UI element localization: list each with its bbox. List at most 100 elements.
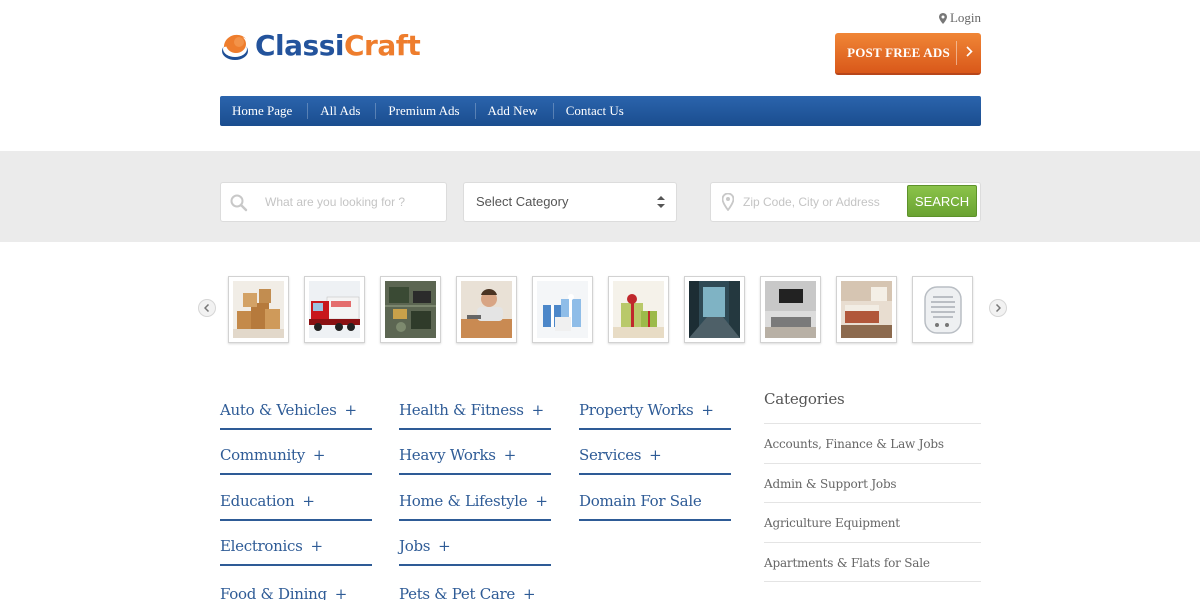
worker-image [461, 281, 512, 338]
category-label: Domain For Sale [579, 491, 702, 510]
category-link[interactable]: Jobs + [399, 521, 551, 566]
chevron-right-icon [995, 304, 1001, 312]
keyword-input[interactable] [263, 183, 438, 221]
expand-plus-icon: + [344, 400, 358, 419]
category-link[interactable]: Home & Lifestyle + [399, 475, 551, 521]
location-field: SEARCH [710, 182, 981, 222]
chevron-right-icon [957, 45, 981, 61]
hallway-image [689, 281, 740, 338]
category-link[interactable]: Property Works + [579, 384, 731, 430]
logo-text: ClassiCraft [255, 29, 421, 63]
category-label: Health & Fitness [399, 400, 524, 419]
nav-item-all-ads[interactable]: All Ads [308, 103, 377, 119]
carousel-prev-button[interactable] [198, 299, 216, 317]
carousel-item[interactable] [380, 276, 441, 343]
search-band: Select Category SEARCH [0, 151, 1200, 242]
truck-image [309, 281, 360, 338]
expand-plus-icon: + [535, 491, 548, 510]
login-label: Login [949, 10, 981, 25]
category-column-3: Property Works + Services + Domain For S… [579, 384, 731, 521]
expand-plus-icon: + [701, 400, 714, 419]
logo[interactable]: ClassiCraft [220, 26, 421, 66]
expand-plus-icon: + [438, 537, 451, 555]
login-link[interactable]: Login [938, 10, 981, 26]
boxes-image [233, 281, 284, 338]
expand-plus-icon: + [334, 584, 348, 600]
category-label: Home & Lifestyle [399, 491, 528, 510]
living-room-image [765, 281, 816, 338]
map-pin-icon [722, 193, 734, 211]
expand-plus-icon: + [503, 446, 517, 464]
nav-item-home[interactable]: Home Page [220, 103, 309, 119]
category-label: Community [220, 446, 305, 464]
carousel-item[interactable] [532, 276, 593, 343]
post-free-ads-label: POST FREE ADS [847, 45, 950, 60]
post-free-ads-button[interactable]: POST FREE ADS [835, 33, 981, 75]
category-link[interactable]: Domain For Sale [579, 475, 731, 521]
gifts-green-image [613, 281, 664, 338]
carousel-item[interactable] [912, 276, 973, 343]
category-column-1: Auto & Vehicles + Community + Education … [220, 384, 372, 600]
carousel-item[interactable] [836, 276, 897, 343]
sidebar-category-link[interactable]: Admin & Support Jobs [764, 464, 981, 503]
sidebar-category-link[interactable]: Apartments & Flats for Sale [764, 543, 981, 582]
category-link[interactable]: Pets & Pet Care + [399, 566, 551, 600]
carousel-next-button[interactable] [989, 299, 1007, 317]
expand-plus-icon: + [310, 537, 324, 555]
category-label: Electronics [220, 537, 303, 555]
carousel-item[interactable] [684, 276, 745, 343]
category-label: Food & Dining [220, 584, 327, 600]
category-label: Property Works [579, 400, 694, 419]
category-label: Auto & Vehicles [220, 400, 337, 419]
category-link[interactable]: Health & Fitness + [399, 384, 551, 430]
carousel-item[interactable] [608, 276, 669, 343]
expand-plus-icon: + [312, 446, 326, 464]
sidebar-category-link[interactable]: Accounts, Finance & Law Jobs [764, 424, 981, 464]
categories-widget-title: Categories [764, 390, 981, 424]
nav-item-premium-ads[interactable]: Premium Ads [376, 103, 476, 119]
nav-item-contact-us[interactable]: Contact Us [554, 103, 639, 119]
category-link[interactable]: Food & Dining + [220, 566, 372, 600]
category-link[interactable]: Heavy Works + [399, 430, 551, 475]
carousel-item[interactable] [456, 276, 517, 343]
search-button[interactable]: SEARCH [907, 185, 977, 217]
map-pin-icon [938, 12, 947, 24]
logo-text-part2: Craft [343, 29, 421, 62]
category-link[interactable]: Education + [220, 475, 372, 521]
category-select-value: Select Category [476, 194, 569, 209]
keyword-field [220, 182, 447, 222]
main-nav: Home Page All Ads Premium Ads Add New Co… [220, 96, 981, 126]
category-link[interactable]: Electronics + [220, 521, 372, 566]
category-link[interactable]: Auto & Vehicles + [220, 384, 372, 430]
expand-plus-icon: + [531, 400, 545, 419]
category-link[interactable]: Community + [220, 430, 372, 475]
page: ClassiCraft Login POST FREE ADS Home Pag… [0, 0, 1200, 600]
category-label: Education [220, 491, 295, 510]
logo-text-part1: Classi [255, 29, 344, 62]
category-label: Pets & Pet Care [399, 584, 515, 600]
categories-widget: Categories Accounts, Finance & Law Jobs … [764, 390, 981, 582]
heater-image [917, 281, 968, 338]
gifts-blue-image [537, 281, 588, 338]
carousel-item[interactable] [304, 276, 365, 343]
nav-item-add-new[interactable]: Add New [476, 103, 554, 119]
category-column-2: Health & Fitness + Heavy Works + Home & … [399, 384, 551, 600]
category-label: Jobs [399, 537, 431, 555]
carousel-item[interactable] [228, 276, 289, 343]
expand-plus-icon: + [649, 446, 662, 464]
category-label: Heavy Works [399, 446, 496, 464]
carousel-item[interactable] [760, 276, 821, 343]
logo-icon [222, 34, 248, 60]
search-icon [230, 194, 248, 212]
circuit-board-image [385, 281, 436, 338]
chevron-left-icon [204, 304, 210, 312]
sidebar-category-link[interactable]: Agriculture Equipment [764, 503, 981, 543]
bedroom-image [841, 281, 892, 338]
expand-plus-icon: + [302, 491, 315, 510]
location-input[interactable] [741, 183, 901, 221]
category-link[interactable]: Services + [579, 430, 731, 475]
category-label: Services [579, 446, 642, 464]
category-select[interactable]: Select Category [463, 182, 677, 222]
select-arrows-icon [657, 196, 665, 208]
expand-plus-icon: + [522, 584, 536, 600]
